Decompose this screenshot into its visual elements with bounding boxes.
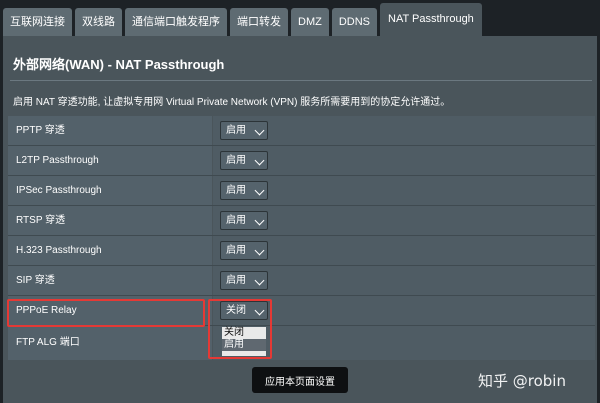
page-description: 启用 NAT 穿透功能, 让虚拟专用网 Virtual Private Netw… xyxy=(13,97,451,108)
setting-value-cell: 启用 xyxy=(213,146,595,175)
h323-select[interactable]: 启用 xyxy=(220,241,268,260)
select-value: 启用 xyxy=(226,215,246,226)
settings-panel: 外部网络(WAN) - NAT Passthrough 启用 NAT 穿透功能,… xyxy=(3,36,597,403)
setting-label: SIP 穿透 xyxy=(8,266,212,295)
setting-label: L2TP Passthrough xyxy=(8,146,212,175)
tab-ddns[interactable]: DDNS xyxy=(331,8,377,36)
chevron-down-icon xyxy=(254,125,265,136)
tab-internet-connection[interactable]: 互联网连接 xyxy=(3,8,72,36)
setting-row-rtsp: RTSP 穿透 启用 xyxy=(8,206,595,236)
tab-dual-wan[interactable]: 双线路 xyxy=(75,8,122,36)
watermark: 知乎 @robin xyxy=(478,372,566,390)
apply-settings-button[interactable]: 应用本页面设置 xyxy=(252,367,348,393)
tab-bar: 互联网连接 双线路 通信端口触发程序 端口转发 DMZ DDNS NAT Pas… xyxy=(3,3,482,36)
select-value: 启用 xyxy=(226,185,246,196)
setting-label: IPSec Passthrough xyxy=(8,176,212,205)
select-value: 启用 xyxy=(226,155,246,166)
setting-label: PPTP 穿透 xyxy=(8,116,212,145)
tab-dmz[interactable]: DMZ xyxy=(291,8,329,36)
chevron-down-icon xyxy=(254,275,265,286)
setting-row-ipsec: IPSec Passthrough 启用 xyxy=(8,176,595,206)
setting-value-cell: 启用 xyxy=(213,266,595,295)
tab-nat-passthrough[interactable]: NAT Passthrough xyxy=(380,3,482,36)
l2tp-select[interactable]: 启用 xyxy=(220,151,268,170)
setting-label: H.323 Passthrough xyxy=(8,236,212,265)
setting-value-cell: 启用 xyxy=(213,116,595,145)
chevron-down-icon xyxy=(254,155,265,166)
highlight-pppoe-label xyxy=(7,299,205,327)
chevron-down-icon xyxy=(254,215,265,226)
tab-port-trigger[interactable]: 通信端口触发程序 xyxy=(125,8,227,36)
dropdown-option-off[interactable]: 关闭 xyxy=(222,327,266,339)
select-value: 启用 xyxy=(226,275,246,286)
rtsp-select[interactable]: 启用 xyxy=(220,211,268,230)
setting-value-cell: 启用 xyxy=(213,176,595,205)
ipsec-select[interactable]: 启用 xyxy=(220,181,268,200)
page-title: 外部网络(WAN) - NAT Passthrough xyxy=(13,57,225,72)
sip-select[interactable]: 启用 xyxy=(220,271,268,290)
setting-row-l2tp: L2TP Passthrough 启用 xyxy=(8,146,595,176)
dropdown-option-on[interactable]: 启用 xyxy=(222,339,266,351)
title-divider xyxy=(10,80,592,81)
setting-value-cell: 启用 xyxy=(213,206,595,235)
setting-row-sip: SIP 穿透 启用 xyxy=(8,266,595,296)
select-value: 启用 xyxy=(226,125,246,136)
setting-row-pptp: PPTP 穿透 启用 xyxy=(8,116,595,146)
setting-row-ftp-alg: FTP ALG 端口 xyxy=(8,326,595,360)
chevron-down-icon xyxy=(254,185,265,196)
setting-label: FTP ALG 端口 xyxy=(8,326,212,360)
setting-value-cell: 启用 xyxy=(213,236,595,265)
tab-port-forwarding[interactable]: 端口转发 xyxy=(230,8,288,36)
setting-row-h323: H.323 Passthrough 启用 xyxy=(8,236,595,266)
chevron-down-icon xyxy=(254,245,265,256)
pptp-select[interactable]: 启用 xyxy=(220,121,268,140)
pppoe-relay-dropdown-list: 关闭 启用 xyxy=(222,327,266,356)
setting-label: RTSP 穿透 xyxy=(8,206,212,235)
select-value: 启用 xyxy=(226,245,246,256)
